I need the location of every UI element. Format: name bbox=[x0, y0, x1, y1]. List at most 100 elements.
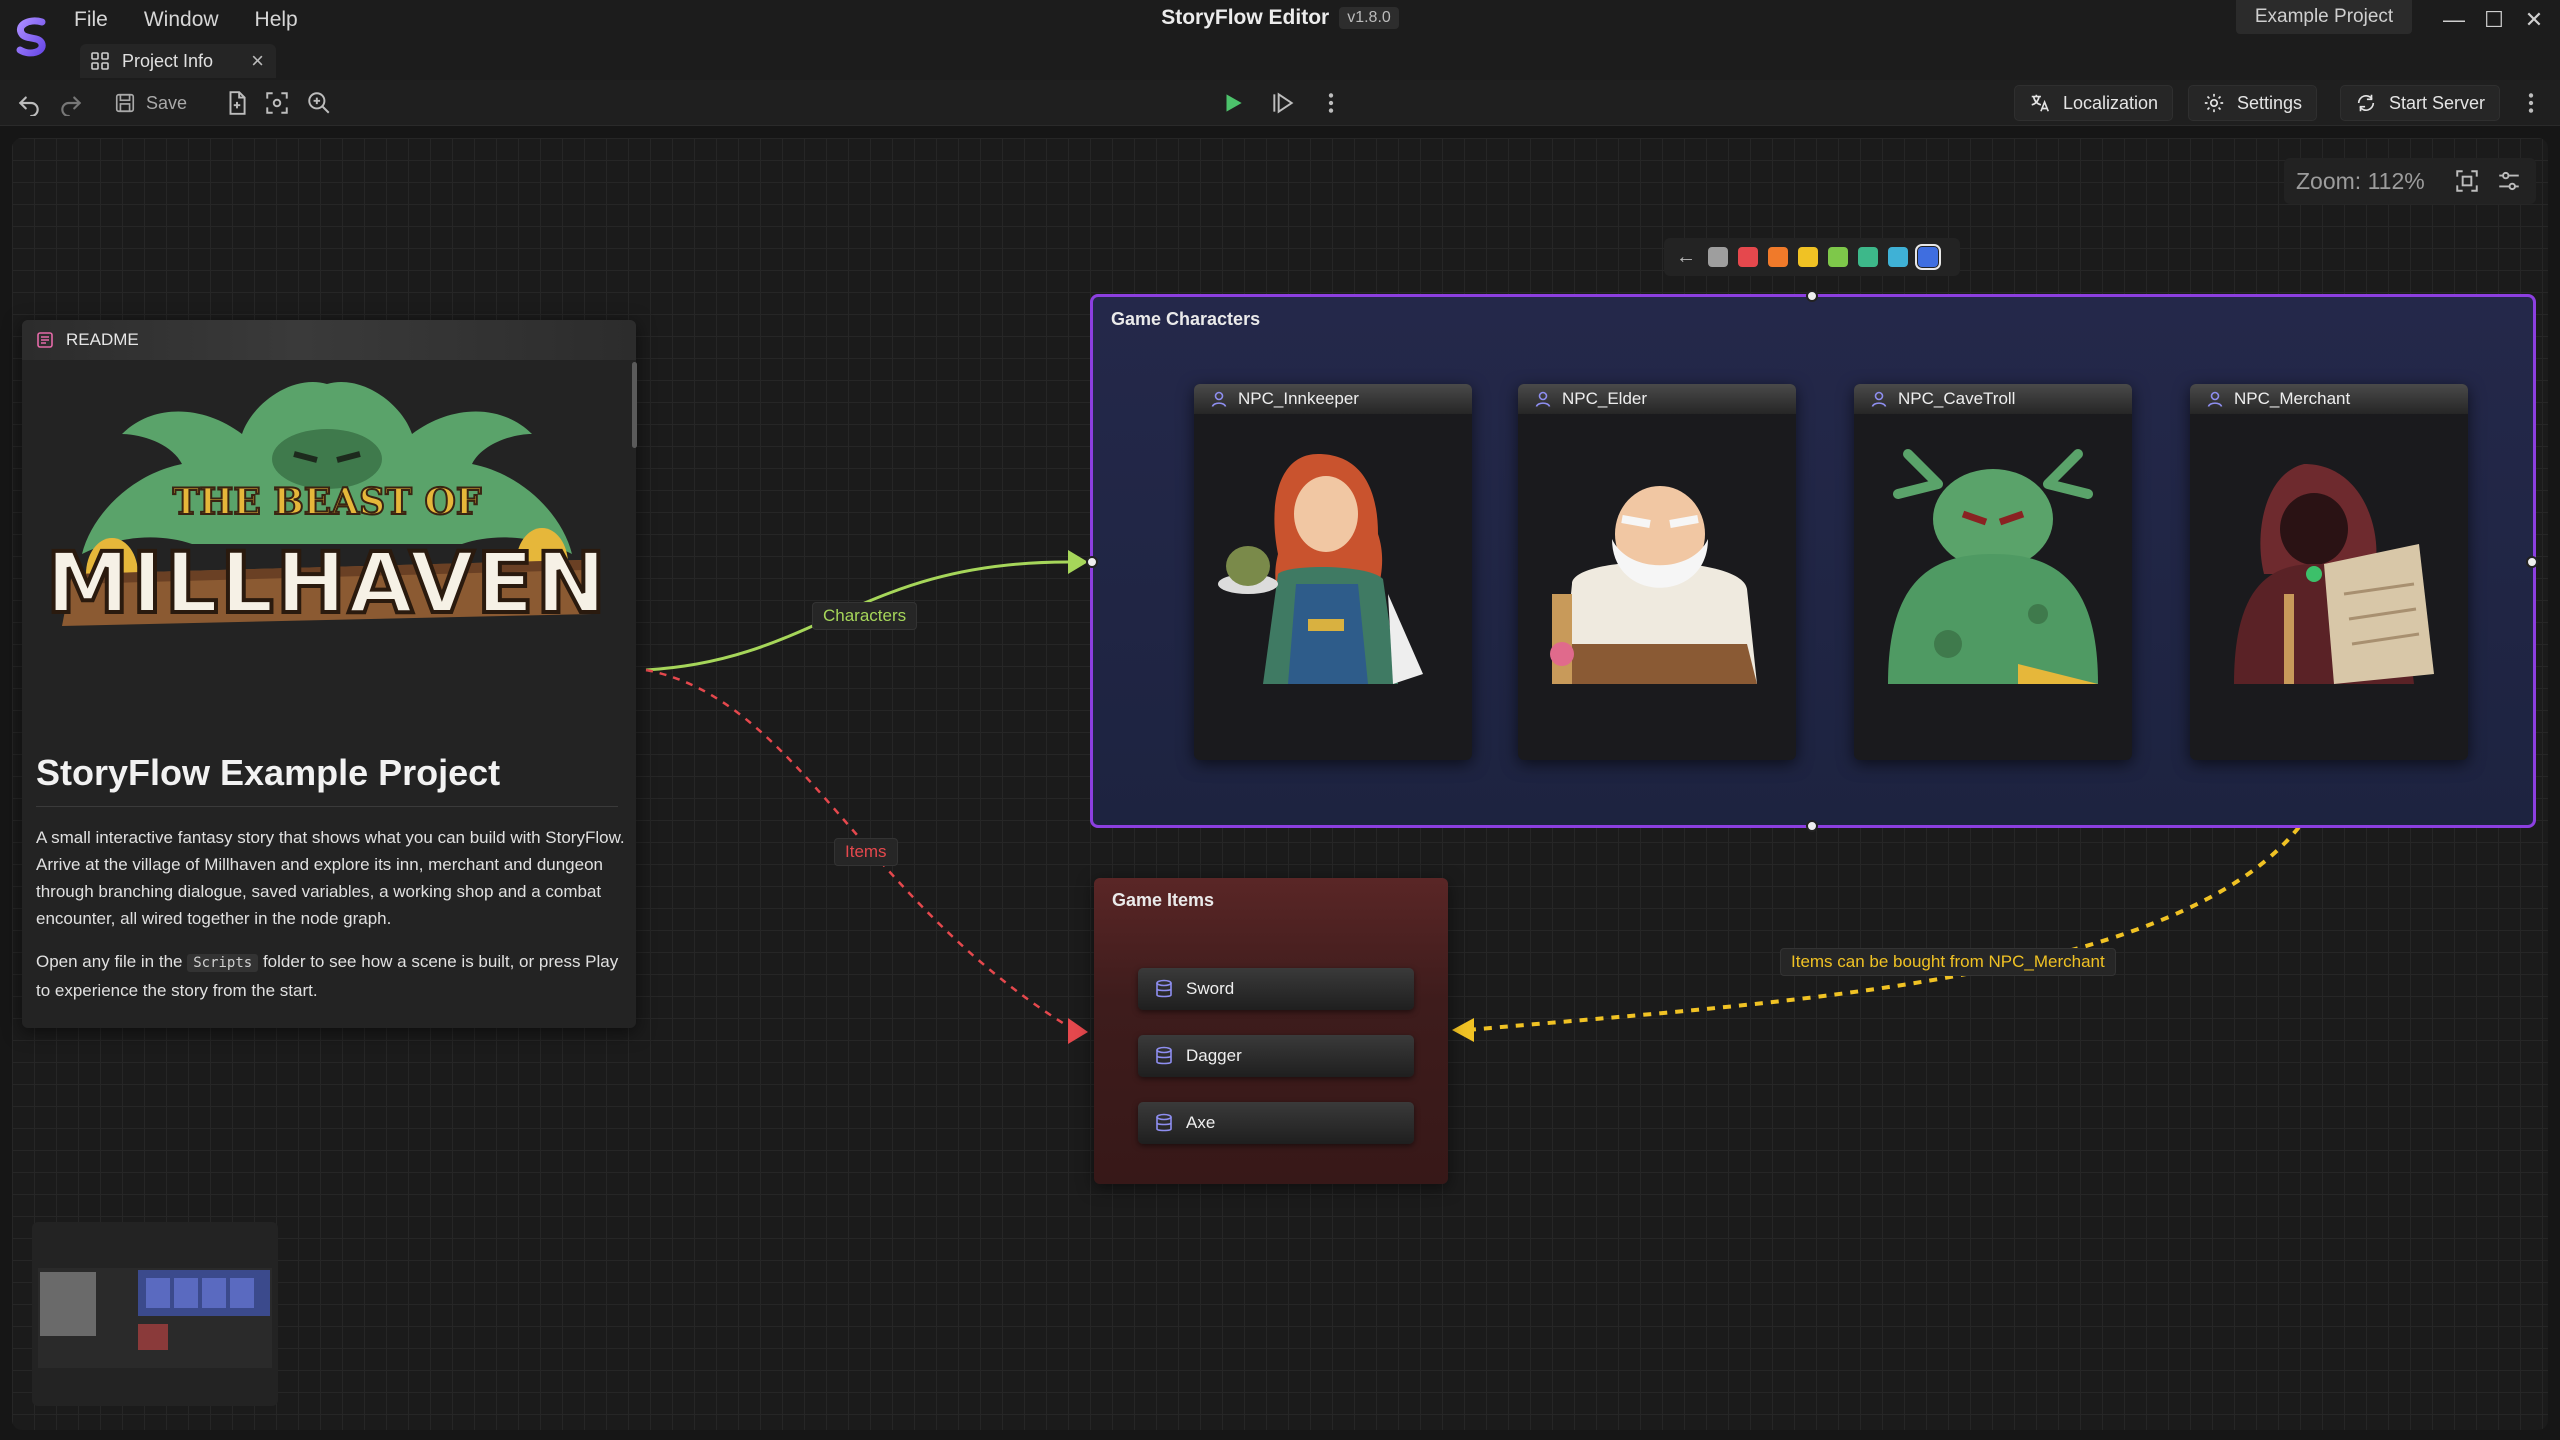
app-title: StoryFlow Editor v1.8.0 bbox=[0, 6, 2560, 30]
item-node[interactable]: Axe bbox=[1138, 1102, 1414, 1144]
person-icon bbox=[1871, 391, 1887, 407]
maximize-icon[interactable]: ☐ bbox=[2480, 6, 2508, 34]
document-icon bbox=[37, 332, 53, 348]
character-card[interactable]: NPC_Elder bbox=[1518, 384, 1796, 760]
database-icon bbox=[1156, 979, 1172, 998]
play-from-node-icon[interactable] bbox=[1270, 90, 1296, 116]
back-arrow-icon[interactable]: ← bbox=[1676, 246, 1698, 269]
edge-label-merchant[interactable]: Items can be bought from NPC_Merchant bbox=[1780, 948, 2116, 976]
minimize-icon[interactable]: — bbox=[2440, 6, 2468, 34]
scripts-folder-code: Scripts bbox=[187, 954, 259, 972]
color-swatch[interactable] bbox=[1858, 247, 1878, 267]
minimap[interactable] bbox=[32, 1222, 278, 1406]
readme-scrollbar[interactable] bbox=[632, 362, 637, 448]
person-icon bbox=[1535, 391, 1551, 407]
logo-title: MILLHAVEN bbox=[46, 534, 608, 632]
edge-label-characters[interactable]: Characters bbox=[812, 602, 918, 630]
app-title-text: StoryFlow Editor bbox=[1161, 6, 1330, 29]
character-name: NPC_Elder bbox=[1562, 389, 1648, 408]
zoom-indicator: Zoom: 112% bbox=[2284, 158, 2536, 204]
minimap-char bbox=[174, 1278, 198, 1308]
character-card[interactable]: NPC_Innkeeper bbox=[1194, 384, 1472, 760]
minimap-items bbox=[138, 1324, 168, 1350]
more-options-icon[interactable] bbox=[2518, 90, 2544, 116]
color-swatch[interactable] bbox=[1708, 247, 1728, 267]
readme-header: README bbox=[22, 320, 636, 360]
save-icon bbox=[115, 93, 135, 113]
readme-node[interactable]: README THE BEAST OF MILLHAVEN StoryFlow … bbox=[22, 320, 636, 1028]
minimap-readme bbox=[40, 1272, 96, 1336]
database-icon bbox=[1156, 1046, 1172, 1065]
fit-view-icon[interactable] bbox=[264, 90, 290, 116]
color-swatch[interactable] bbox=[1798, 247, 1818, 267]
logo-subtitle: THE BEAST OF bbox=[173, 481, 482, 523]
close-window-icon[interactable]: ✕ bbox=[2520, 6, 2548, 34]
database-icon bbox=[1156, 1113, 1172, 1132]
more-vertical-icon[interactable] bbox=[1318, 90, 1344, 116]
start-server-button[interactable]: Start Server bbox=[2340, 85, 2501, 121]
settings-label: Settings bbox=[2237, 92, 2303, 113]
group-resize-handle-bottom[interactable] bbox=[1806, 820, 1818, 832]
color-swatches bbox=[1708, 244, 1941, 270]
localization-label: Localization bbox=[2063, 92, 2159, 113]
readme-header-label: README bbox=[66, 330, 139, 349]
save-label: Save bbox=[146, 92, 188, 113]
item-node[interactable]: Dagger bbox=[1138, 1035, 1414, 1077]
edge-label-items[interactable]: Items bbox=[834, 838, 898, 866]
item-node[interactable]: Sword bbox=[1138, 968, 1414, 1010]
innkeeper-portrait bbox=[1218, 454, 1423, 684]
new-file-icon[interactable] bbox=[224, 90, 250, 116]
character-header: NPC_Merchant bbox=[2190, 384, 2468, 414]
play-icon[interactable] bbox=[1220, 90, 1246, 116]
color-swatch[interactable] bbox=[1915, 244, 1941, 270]
readme-p2-before: Open any file in the bbox=[36, 952, 188, 971]
character-name: NPC_Innkeeper bbox=[1238, 389, 1359, 408]
zoom-label: Zoom: 112% bbox=[2296, 167, 2425, 194]
translate-icon bbox=[2031, 94, 2050, 112]
tab-project-info[interactable]: Project Info × bbox=[80, 44, 276, 78]
tab-label: Project Info bbox=[122, 50, 214, 71]
item-name: Sword bbox=[1186, 979, 1235, 998]
minimap-char bbox=[146, 1278, 170, 1308]
character-header: NPC_CaveTroll bbox=[1854, 384, 2132, 414]
person-icon bbox=[1211, 391, 1227, 407]
graph-settings-icon[interactable] bbox=[2496, 168, 2522, 194]
character-card[interactable]: NPC_Merchant bbox=[2190, 384, 2468, 760]
gear-icon bbox=[2204, 93, 2224, 113]
readme-paragraph-2: Open any file in the Scripts folder to s… bbox=[36, 948, 626, 1004]
project-name-button[interactable]: Example Project bbox=[2236, 0, 2412, 34]
title-bar: File Window Help StoryFlow Editor v1.8.0 … bbox=[0, 0, 2560, 80]
toolbar: Save Localization Settings Start Server bbox=[0, 80, 2560, 126]
color-swatch[interactable] bbox=[1768, 247, 1788, 267]
localization-button[interactable]: Localization bbox=[2014, 85, 2174, 121]
color-swatch[interactable] bbox=[1738, 247, 1758, 267]
character-name: NPC_Merchant bbox=[2234, 389, 2351, 408]
character-header: NPC_Innkeeper bbox=[1194, 384, 1472, 414]
cave-troll-portrait bbox=[1888, 449, 2098, 684]
save-button[interactable]: Save bbox=[114, 88, 187, 118]
color-swatch[interactable] bbox=[1888, 247, 1908, 267]
undo-icon[interactable] bbox=[16, 90, 42, 118]
settings-button[interactable]: Settings bbox=[2188, 85, 2318, 121]
group-color-picker: ← bbox=[1664, 238, 1960, 276]
group-resize-handle-right[interactable] bbox=[2526, 556, 2538, 568]
group-title: Game Items bbox=[1112, 890, 1215, 910]
minimap-char bbox=[202, 1278, 226, 1308]
millhaven-logo: THE BEAST OF MILLHAVEN bbox=[44, 382, 608, 634]
redo-icon[interactable] bbox=[58, 90, 84, 118]
minimap-char bbox=[230, 1278, 254, 1308]
color-swatch[interactable] bbox=[1828, 247, 1848, 267]
character-card[interactable]: NPC_CaveTroll bbox=[1854, 384, 2132, 760]
group-input-port[interactable] bbox=[1086, 556, 1098, 568]
group-resize-handle-top[interactable] bbox=[1806, 290, 1818, 302]
elder-portrait bbox=[1550, 486, 1757, 684]
tab-close-icon[interactable]: × bbox=[251, 48, 264, 74]
grid-icon bbox=[91, 52, 109, 70]
group-game-items[interactable]: Game Items Sword Dagger Axe bbox=[1094, 878, 1448, 1184]
group-title: Game Characters bbox=[1111, 309, 1261, 329]
item-name: Axe bbox=[1186, 1113, 1216, 1132]
merchant-portrait bbox=[2234, 464, 2434, 684]
version-badge: v1.8.0 bbox=[1339, 7, 1399, 29]
zoom-icon[interactable] bbox=[306, 90, 332, 116]
fit-screen-icon[interactable] bbox=[2454, 168, 2480, 194]
